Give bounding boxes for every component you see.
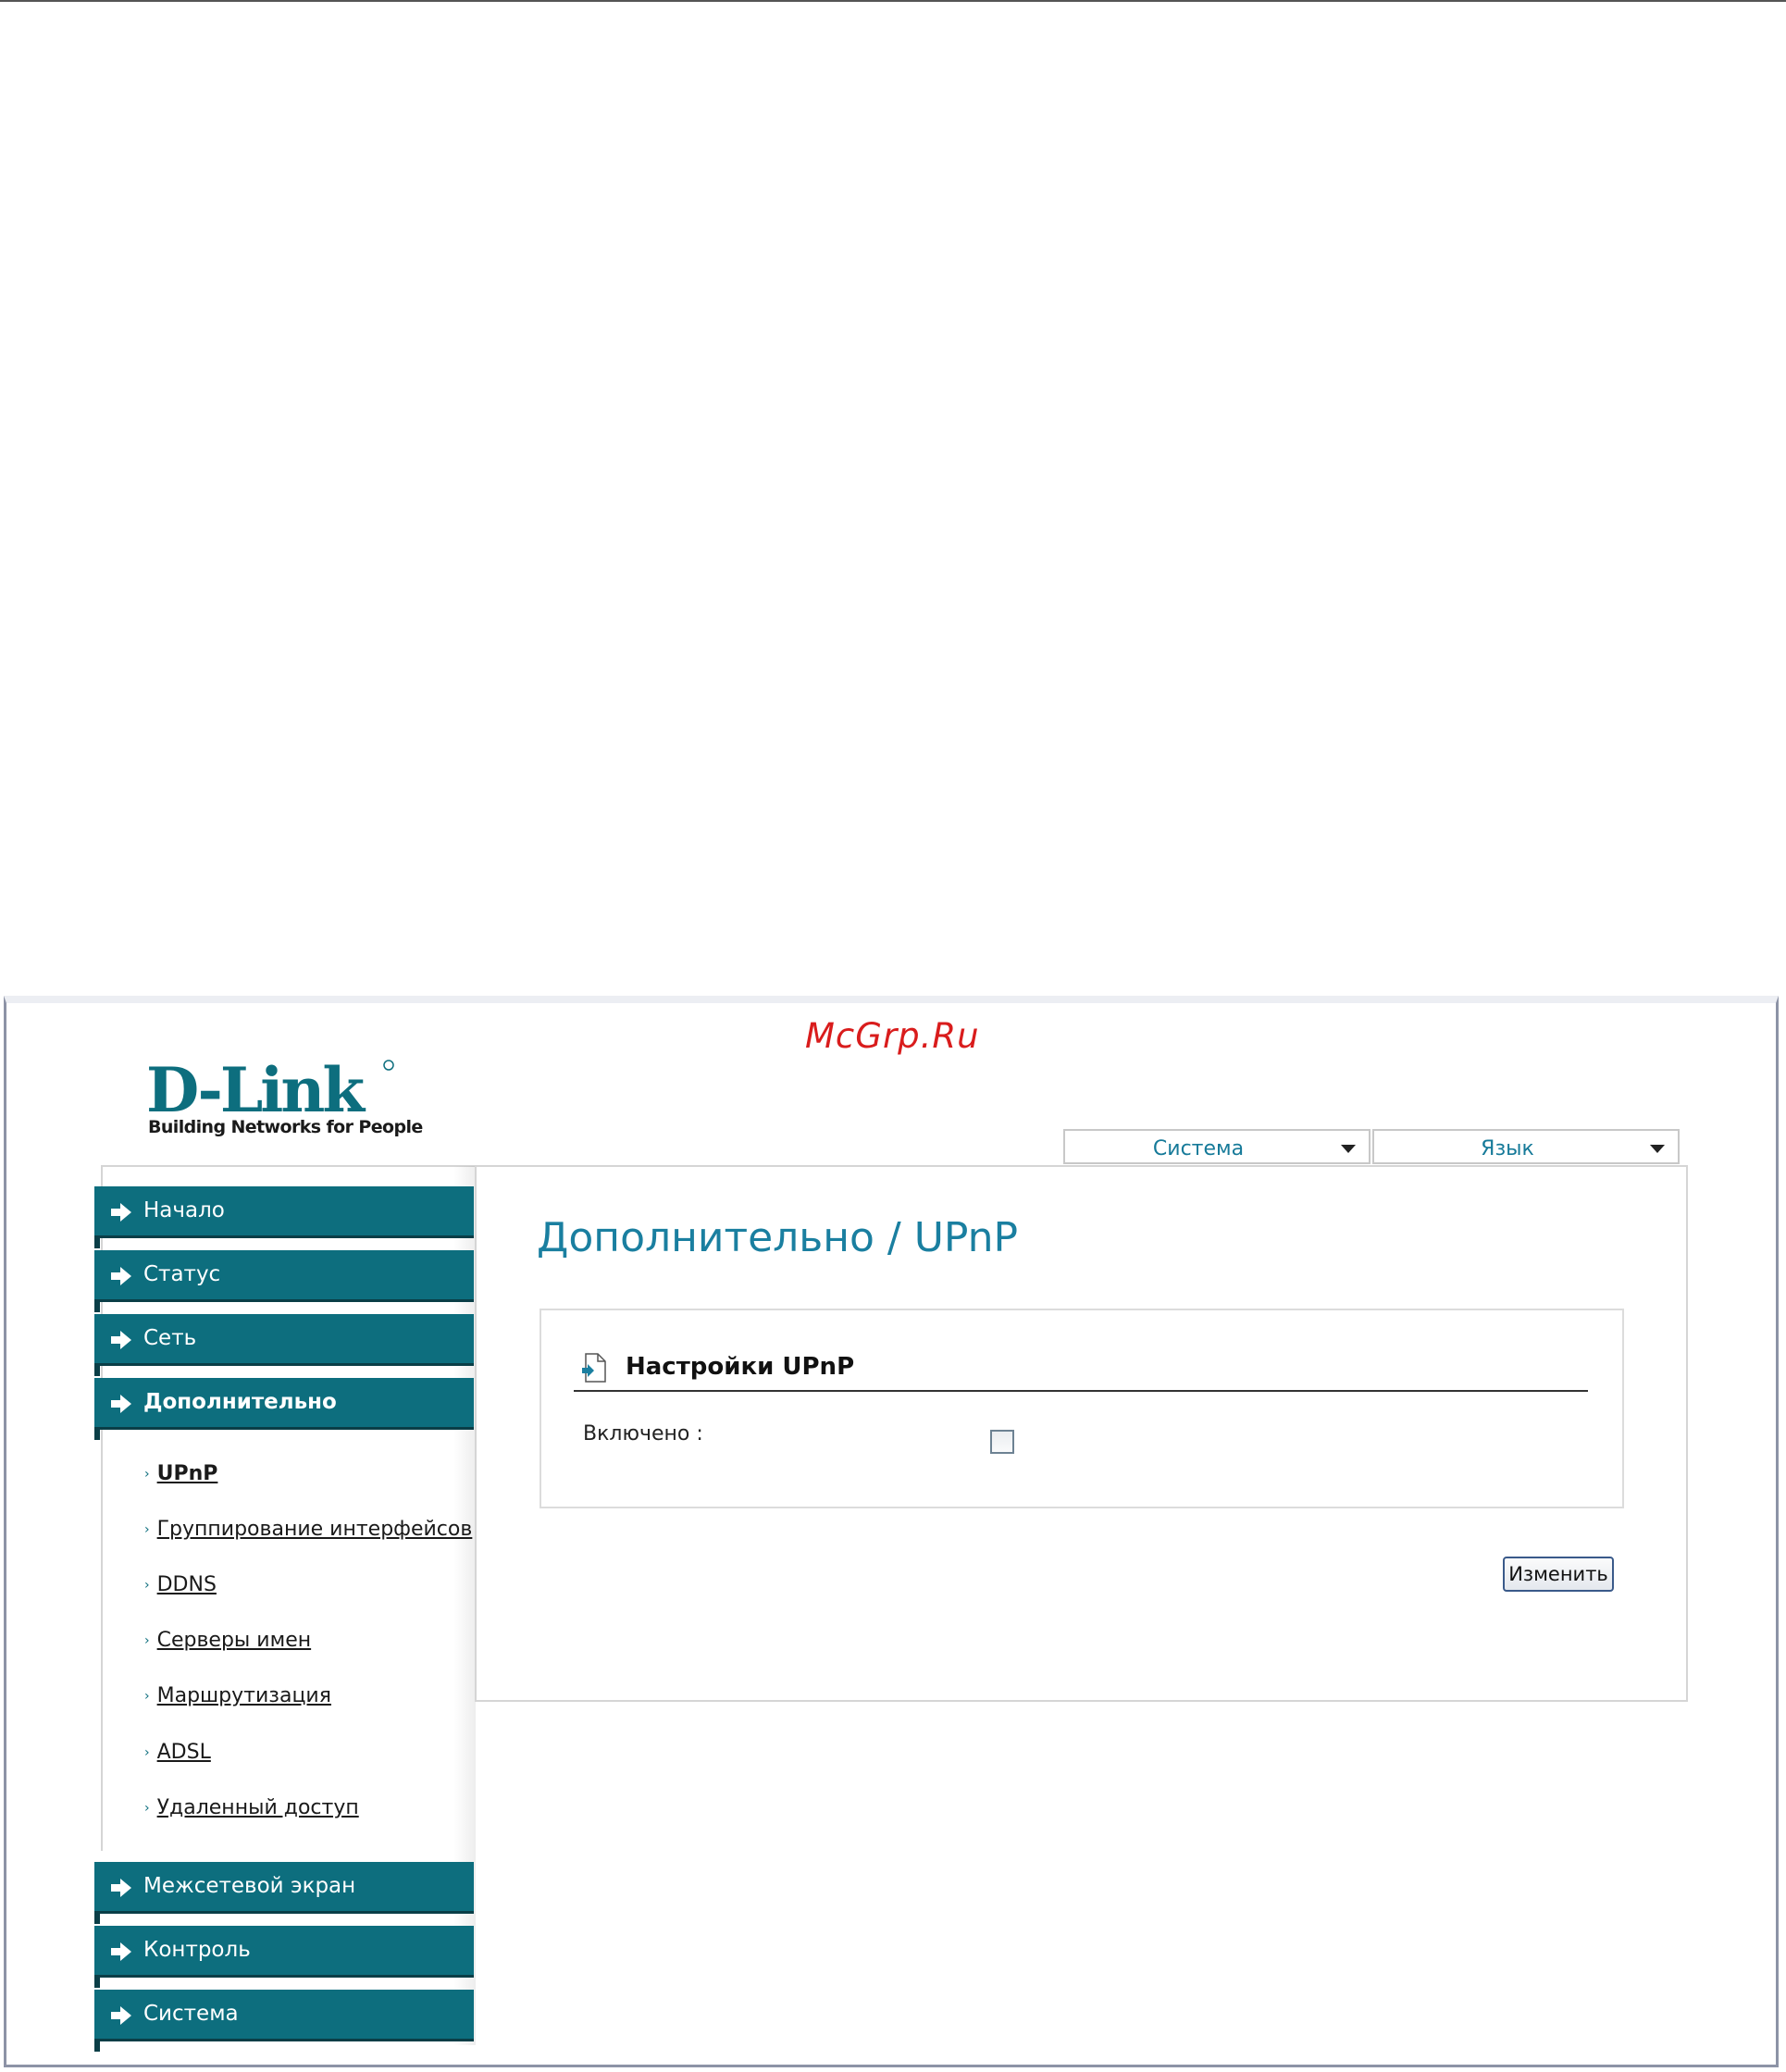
nav-item-status[interactable]: Статус (94, 1250, 474, 1312)
subnav-item-interface-grouping[interactable]: › Группирование интерфейсов (144, 1518, 472, 1541)
subnav-item-remote-access[interactable]: › Удаленный доступ (144, 1796, 359, 1819)
subnav-item-label: Серверы имен (156, 1629, 312, 1652)
nav-item-label: Статус (143, 1262, 221, 1286)
bullet-icon: › (144, 1578, 150, 1593)
page-top-rule (0, 0, 1786, 2)
subnav-item-label: UPnP (156, 1462, 218, 1485)
bullet-icon: › (144, 1801, 150, 1816)
subnav-item-ddns[interactable]: › DDNS (144, 1573, 217, 1596)
subnav-item-upnp[interactable]: › UPnP (144, 1462, 217, 1485)
subnav-item-label: ADSL (156, 1741, 211, 1764)
subnav-item-label: Маршрутизация (156, 1684, 331, 1707)
bullet-icon: › (144, 1633, 150, 1648)
page-title: Дополнительно / UPnP (537, 1214, 1019, 1261)
system-menu-label: Система (1152, 1137, 1245, 1160)
nav-divider (101, 1165, 475, 1167)
chevron-down-icon (1341, 1145, 1356, 1153)
subnav-item-label: Группирование интерфейсов (156, 1518, 473, 1541)
arrow-right-icon (111, 1879, 131, 1897)
subnav-item-label: DDNS (156, 1573, 217, 1596)
language-menu-select[interactable]: Язык (1372, 1129, 1680, 1164)
nav-item-label: Система (143, 2002, 239, 2026)
nav-item-label: Дополнительно (143, 1390, 337, 1414)
nav-item-control[interactable]: Контроль (94, 1926, 474, 1988)
subnav-item-name-servers[interactable]: › Серверы имен (144, 1629, 311, 1652)
subnav-item-routing[interactable]: › Маршрутизация (144, 1684, 331, 1707)
section-divider (574, 1390, 1588, 1392)
nav-item-label: Межсетевой экран (143, 1874, 356, 1898)
upnp-settings-box (540, 1309, 1624, 1508)
nav-item-label: Контроль (143, 1938, 251, 1962)
arrow-right-icon (111, 1942, 131, 1961)
arrow-right-icon (111, 1331, 131, 1349)
chevron-down-icon (1650, 1145, 1665, 1153)
logo-wordmark: D-Link (146, 1058, 366, 1117)
arrow-right-icon (111, 2006, 131, 2025)
arrow-right-icon (111, 1203, 131, 1222)
arrow-right-icon (111, 1267, 131, 1285)
nav-item-system[interactable]: Система (94, 1990, 474, 2052)
arrow-right-icon (111, 1395, 131, 1413)
upnp-enabled-checkbox[interactable] (990, 1430, 1014, 1454)
change-button[interactable]: Изменить (1503, 1557, 1614, 1592)
system-menu-select[interactable]: Система (1063, 1129, 1371, 1164)
nav-item-firewall[interactable]: Межсетевой экран (94, 1862, 474, 1924)
subnav-item-adsl[interactable]: › ADSL (144, 1741, 211, 1764)
dlink-logo: D-Link (146, 1058, 405, 1117)
document-icon (582, 1353, 606, 1383)
bullet-icon: › (144, 1745, 150, 1760)
bullet-icon: › (144, 1522, 150, 1537)
nav-item-advanced[interactable]: Дополнительно (94, 1378, 474, 1440)
enabled-label: Включено : (583, 1422, 703, 1445)
bullet-icon: › (144, 1467, 150, 1482)
logo-tagline: Building Networks for People (148, 1117, 423, 1137)
nav-item-start[interactable]: Начало (94, 1186, 474, 1248)
watermark-text: McGrp.Ru (805, 1016, 980, 1056)
nav-item-label: Сеть (143, 1326, 197, 1350)
language-menu-label: Язык (1481, 1137, 1534, 1160)
subnav-item-label: Удаленный доступ (156, 1796, 359, 1819)
nav-item-network[interactable]: Сеть (94, 1314, 474, 1376)
section-title: Настройки UPnP (626, 1353, 855, 1381)
bullet-icon: › (144, 1689, 150, 1704)
nav-item-label: Начало (143, 1198, 225, 1222)
